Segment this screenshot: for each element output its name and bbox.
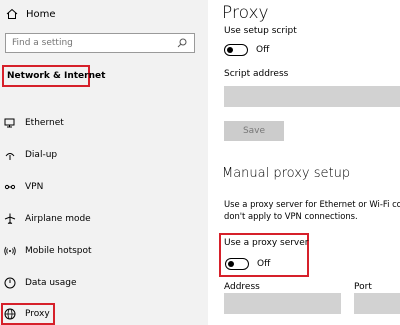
phone-icon <box>4 149 16 161</box>
setup-script-toggle[interactable] <box>224 44 248 56</box>
proxy-highlight-box <box>1 303 55 325</box>
search-input[interactable] <box>12 38 176 48</box>
page-title: Proxy <box>222 3 269 23</box>
use-proxy-toggle-row: Off <box>225 258 270 270</box>
sidebar-item-dial-up[interactable]: Dial-up <box>4 147 57 163</box>
sidebar-item-label: Dial-up <box>25 150 58 160</box>
search-icon[interactable] <box>176 37 188 49</box>
use-proxy-toggle[interactable] <box>225 258 249 270</box>
sidebar-item-label: Mobile hotspot <box>25 246 92 256</box>
address-input[interactable] <box>224 293 341 314</box>
port-label: Port <box>354 282 372 292</box>
sidebar-item-label: Airplane mode <box>25 214 91 224</box>
sidebar-item-label: Ethernet <box>25 118 64 128</box>
description-line-2: don't apply to VPN connections. <box>224 211 358 221</box>
port-input[interactable] <box>354 293 400 314</box>
manual-proxy-description: Use a proxy server for Ethernet or Wi-Fi… <box>224 198 400 222</box>
sidebar-item-label: VPN <box>25 182 44 192</box>
section-title: Network & Internet <box>2 65 105 87</box>
setup-script-label: Use setup script <box>224 26 297 36</box>
sidebar-item-label: Data usage <box>25 278 77 288</box>
sidebar-item-mobile-hotspot[interactable]: Mobile hotspot <box>4 243 92 259</box>
vpn-icon <box>4 181 16 193</box>
airplane-icon <box>4 213 16 225</box>
gauge-icon <box>4 277 16 289</box>
sidebar-item-airplane-mode[interactable]: Airplane mode <box>4 211 91 227</box>
search-box[interactable] <box>5 33 195 53</box>
setup-script-toggle-row: Off <box>224 44 269 56</box>
use-proxy-label: Use a proxy server <box>224 238 309 248</box>
manual-proxy-heading: Manual proxy setup <box>222 166 351 181</box>
script-address-input[interactable] <box>224 86 400 107</box>
sidebar: Home Network & Internet Ethernet Dial-up… <box>0 0 208 325</box>
sidebar-item-vpn[interactable]: VPN <box>4 179 43 195</box>
home-icon <box>6 8 18 20</box>
script-address-label: Script address <box>224 69 289 79</box>
toggle-knob <box>228 260 234 267</box>
sidebar-item-data-usage[interactable]: Data usage <box>4 275 77 291</box>
sidebar-item-ethernet[interactable]: Ethernet <box>4 115 64 131</box>
home-link[interactable]: Home <box>6 6 56 22</box>
setup-script-state: Off <box>256 45 270 55</box>
hotspot-icon <box>4 245 16 257</box>
description-line-1: Use a proxy server for Ethernet or Wi-Fi… <box>224 199 400 209</box>
monitor-icon <box>4 117 16 129</box>
home-label: Home <box>26 8 56 20</box>
use-proxy-state: Off <box>257 259 271 269</box>
toggle-knob <box>227 46 233 53</box>
main-panel: Proxy Use setup script Off Script addres… <box>208 0 400 325</box>
address-label: Address <box>224 282 260 292</box>
save-button[interactable]: Save <box>224 121 284 141</box>
